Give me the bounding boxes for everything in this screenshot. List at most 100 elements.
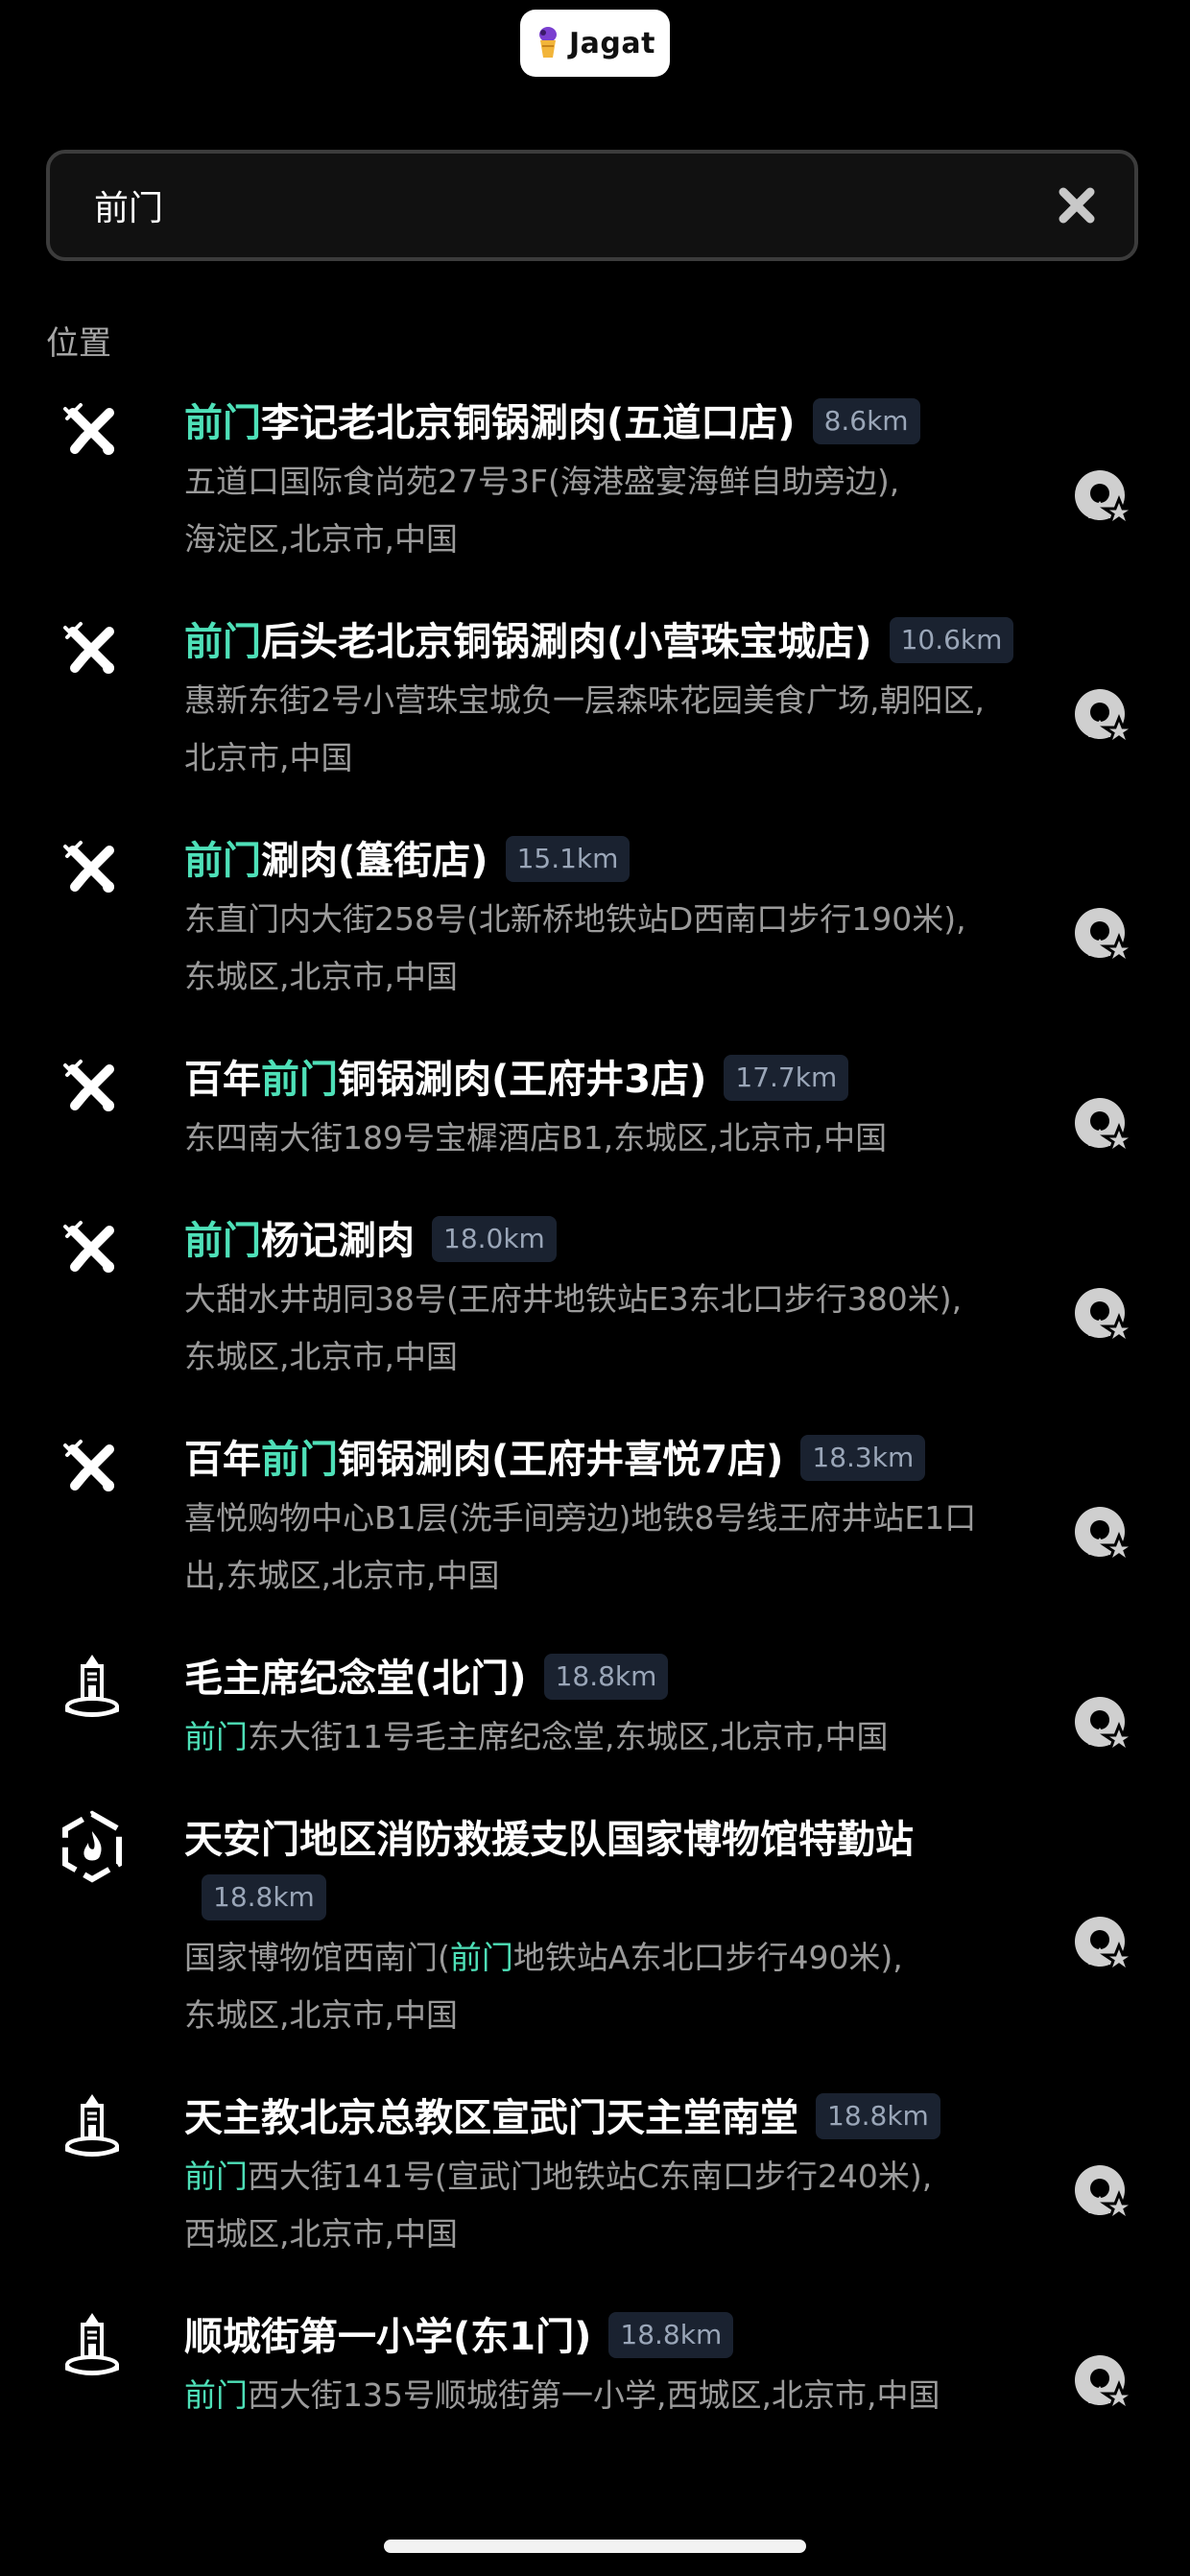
result-title-text: 顺城街第一小学(东1门) <box>184 2315 592 2359</box>
distance-badge: 18.8km <box>608 2312 734 2358</box>
add-favorite-button[interactable] <box>1069 466 1138 536</box>
favorite-location-icon <box>1069 2159 1138 2232</box>
result-title-text: 铜锅涮肉(王府井喜悦7店) <box>338 1438 784 1482</box>
result-title-text: 杨记涮肉 <box>261 1219 415 1263</box>
add-favorite-button[interactable] <box>1069 904 1138 973</box>
search-bar <box>46 150 1138 261</box>
app-logo: Jagat <box>520 10 670 77</box>
food-icon <box>56 831 129 904</box>
result-item[interactable]: 天主教北京总教区宣武门天主堂南堂 18.8km 前门西大街141号(宣武门地铁站C东… <box>0 2079 1190 2298</box>
distance-badge: 18.8km <box>543 1654 669 1700</box>
result-item[interactable]: 前门杨记涮肉 18.0km 大甜水井胡同38号(王府井地铁站E3东北口步行380米)… <box>0 1202 1190 1420</box>
result-address-line2: 北京市,中国 <box>184 739 353 776</box>
result-address-match: 前门 <box>184 2376 248 2414</box>
result-address-line2: 海淀区,北京市,中国 <box>184 520 458 558</box>
result-address: 五道口国际食尚苑27号3F(海港盛宴海鲜自助旁边), <box>184 453 1046 511</box>
favorite-location-icon <box>1069 683 1138 756</box>
result-address-text: 国家博物馆西南门( <box>184 1939 450 1976</box>
result-address-match: 前门 <box>184 2158 248 2195</box>
result-address-text: 大甜水井胡同38号(王府井地铁站E3东北口步行380米), <box>184 1280 963 1318</box>
add-favorite-button[interactable] <box>1069 685 1138 754</box>
add-favorite-button[interactable] <box>1069 1503 1138 1572</box>
result-title-text: 涮肉(簋街店) <box>261 839 488 883</box>
result-item[interactable]: 顺城街第一小学(东1门) 18.8km 前门西大街135号顺城街第一小学,西城区,北… <box>0 2298 1190 2459</box>
distance-badge: 18.8km <box>816 2093 940 2139</box>
result-title-text: 天安门地区消防救援支队国家博物馆特勤站 <box>184 1818 914 1862</box>
result-address-text: 地铁站A东北口步行490米), <box>512 1939 903 1976</box>
result-item[interactable]: 前门李记老北京铜锅涮肉(五道口店) 8.6km 五道口国际食尚苑27号3F(海港盛宴… <box>0 384 1190 603</box>
distance-badge: 18.8km <box>202 1874 326 1920</box>
favorite-location-icon <box>1069 1501 1138 1574</box>
result-title-match: 前门 <box>261 1438 338 1482</box>
favorite-location-icon <box>1069 902 1138 975</box>
distance-badge: 10.6km <box>889 617 1014 663</box>
add-favorite-button[interactable] <box>1069 2161 1138 2230</box>
result-address-line2: 出,东城区,北京市,中国 <box>184 1557 500 1594</box>
result-title-text: 天主教北京总教区宣武门天主堂南堂 <box>184 2096 798 2140</box>
result-title-text: 铜锅涮肉(王府井3店) <box>338 1058 707 1102</box>
result-item[interactable]: 毛主席纪念堂(北门) 18.8km 前门东大街11号毛主席纪念堂,东城区,北京市,中… <box>0 1639 1190 1801</box>
result-title: 前门李记老北京铜锅涮肉(五道口店) 8.6km <box>184 394 1046 453</box>
distance-badge: 18.0km <box>432 1216 557 1262</box>
food-icon <box>56 1211 129 1284</box>
result-address-match: 前门 <box>184 1718 248 1755</box>
result-address: 东直门内大街258号(北新桥地铁站D西南口步行190米), <box>184 891 1046 948</box>
section-label-locations: 位置 <box>46 324 111 363</box>
jagat-logo-icon <box>539 27 558 58</box>
favorite-location-icon <box>1069 465 1138 537</box>
result-title-text: 百年 <box>184 1438 261 1482</box>
food-icon <box>56 1430 129 1503</box>
landmark-icon <box>56 1649 129 1722</box>
result-address-text: 东四南大街189号宝樨酒店B1,东城区,北京市,中国 <box>184 1119 888 1157</box>
result-item[interactable]: 前门涮肉(簋街店) 15.1km 东直门内大街258号(北新桥地铁站D西南口步行19… <box>0 822 1190 1040</box>
result-address-text: 惠新东街2号小营珠宝城负一层森味花园美食广场,朝阳区, <box>184 681 985 719</box>
result-address-line2: 东城区,北京市,中国 <box>184 1996 458 2034</box>
clear-search-button[interactable] <box>1054 182 1100 228</box>
result-address-text: 西大街135号顺城街第一小学,西城区,北京市,中国 <box>248 2376 940 2414</box>
close-icon <box>1059 187 1095 224</box>
result-address: 前门西大街141号(宣武门地铁站C东南口步行240米), <box>184 2148 1046 2206</box>
landmark-icon <box>56 2307 129 2380</box>
result-address-text: 西大街141号(宣武门地铁站C东南口步行240米), <box>248 2158 933 2195</box>
result-address: 惠新东街2号小营珠宝城负一层森味花园美食广场,朝阳区, <box>184 672 1046 729</box>
add-favorite-button[interactable] <box>1069 1284 1138 1353</box>
result-title: 天主教北京总教区宣武门天主堂南堂 18.8km <box>184 2088 1046 2148</box>
distance-badge: 8.6km <box>812 398 920 444</box>
result-address: 前门西大街135号顺城街第一小学,西城区,北京市,中国 <box>184 2367 1046 2424</box>
food-icon <box>56 394 129 466</box>
result-title: 天安门地区消防救援支队国家博物馆特勤站 18.8km <box>184 1810 1046 1929</box>
results-list: 前门李记老北京铜锅涮肉(五道口店) 8.6km 五道口国际食尚苑27号3F(海港盛宴… <box>0 384 1190 2459</box>
home-indicator[interactable] <box>384 2540 806 2553</box>
favorite-location-icon <box>1069 1282 1138 1355</box>
distance-badge: 18.3km <box>800 1435 926 1481</box>
result-address-text: 东直门内大街258号(北新桥地铁站D西南口步行190米), <box>184 900 966 938</box>
result-address: 大甜水井胡同38号(王府井地铁站E3东北口步行380米), <box>184 1271 1046 1328</box>
result-item[interactable]: 前门后头老北京铜锅涮肉(小营珠宝城店) 10.6km 惠新东街2号小营珠宝城负一层森… <box>0 603 1190 822</box>
result-address: 前门东大街11号毛主席纪念堂,东城区,北京市,中国 <box>184 1708 1046 1766</box>
result-title: 百年前门铜锅涮肉(王府井喜悦7店) 18.3km <box>184 1430 1046 1490</box>
result-address-text: 喜悦购物中心B1层(洗手间旁边)地铁8号线王府井站E1口 <box>184 1499 977 1537</box>
add-favorite-button[interactable] <box>1069 1913 1138 1982</box>
add-favorite-button[interactable] <box>1069 1094 1138 1163</box>
favorite-location-icon <box>1069 1911 1138 1984</box>
landmark-icon <box>56 2088 129 2161</box>
result-address-text: 东大街11号毛主席纪念堂,东城区,北京市,中国 <box>248 1718 889 1755</box>
result-title-match: 前门 <box>184 839 261 883</box>
result-item[interactable]: 天安门地区消防救援支队国家博物馆特勤站 18.8km 国家博物馆西南门(前门地铁站A… <box>0 1801 1190 2079</box>
favorite-location-icon <box>1069 2349 1138 2422</box>
add-favorite-button[interactable] <box>1069 2351 1138 2421</box>
result-title: 百年前门铜锅涮肉(王府井3店) 17.7km <box>184 1050 1046 1109</box>
result-address-text: 五道口国际食尚苑27号3F(海港盛宴海鲜自助旁边), <box>184 463 900 500</box>
result-address-match: 前门 <box>449 1939 513 1976</box>
result-title-text: 后头老北京铜锅涮肉(小营珠宝城店) <box>261 620 872 664</box>
result-title-match: 前门 <box>261 1058 338 1102</box>
add-favorite-button[interactable] <box>1069 1693 1138 1762</box>
favorite-location-icon <box>1069 1691 1138 1764</box>
result-title-match: 前门 <box>184 401 261 445</box>
result-item[interactable]: 百年前门铜锅涮肉(王府井3店) 17.7km 东四南大街189号宝樨酒店B1,东城区… <box>0 1040 1190 1202</box>
result-title: 顺城街第一小学(东1门) 18.8km <box>184 2307 1046 2367</box>
fire-station-icon <box>56 1810 129 1883</box>
app-name: Jagat <box>569 26 655 60</box>
result-item[interactable]: 百年前门铜锅涮肉(王府井喜悦7店) 18.3km 喜悦购物中心B1层(洗手间旁边)地… <box>0 1420 1190 1639</box>
search-input[interactable] <box>92 184 960 227</box>
